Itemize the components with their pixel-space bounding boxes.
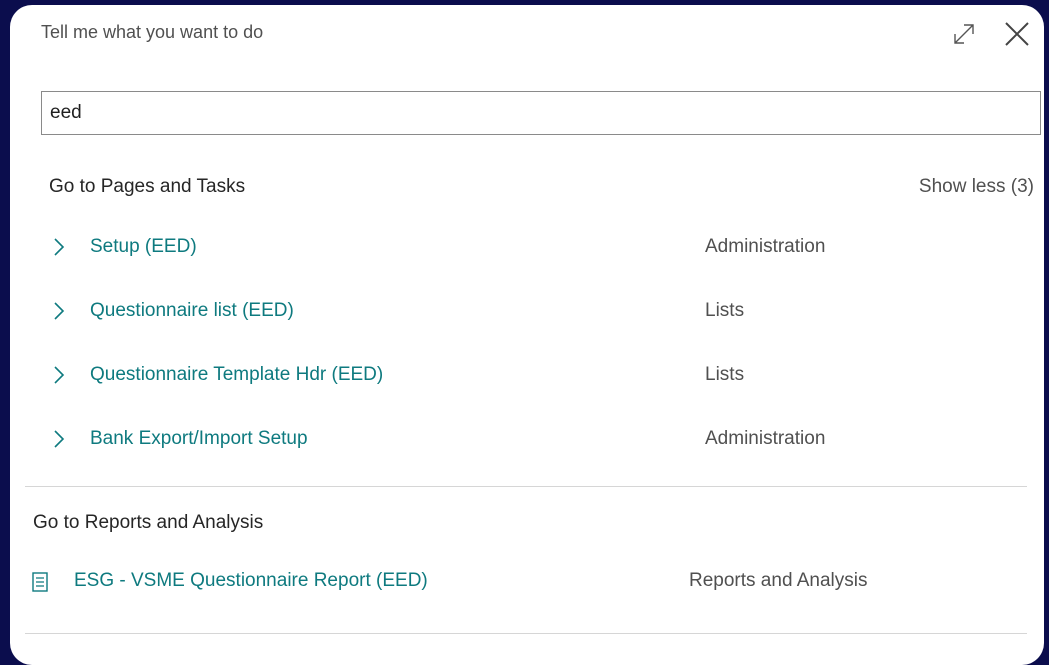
chevron-right-icon [54, 238, 65, 256]
reports-section-title: Go to Reports and Analysis [33, 512, 264, 533]
list-item[interactable]: Bank Export/Import Setup Administration [48, 419, 1018, 459]
list-item[interactable]: Setup (EED) Administration [48, 227, 1018, 267]
page-category: Administration [705, 428, 826, 449]
page-category: Lists [705, 364, 745, 385]
search-field[interactable] [41, 91, 1041, 135]
page-link[interactable]: Setup (EED) [90, 236, 197, 258]
chevron-right-icon [54, 302, 65, 320]
page-link[interactable]: Bank Export/Import Setup [90, 428, 308, 450]
section-divider [25, 633, 1027, 634]
chevron-right-icon [54, 366, 65, 384]
expand-icon[interactable] [950, 20, 978, 48]
dialog-title: Tell me what you want to do [41, 22, 264, 42]
close-icon[interactable] [1002, 19, 1032, 49]
search-input[interactable] [42, 92, 1040, 134]
report-category: Reports and Analysis [689, 570, 868, 591]
show-less-link[interactable]: Show less (3) [919, 176, 1034, 198]
report-link[interactable]: ESG - VSME Questionnaire Report (EED) [74, 570, 428, 592]
list-item[interactable]: ESG - VSME Questionnaire Report (EED) Re… [30, 561, 1020, 601]
tell-me-dialog: Tell me what you want to do Go to Pages … [10, 5, 1044, 665]
page-category: Lists [705, 300, 745, 321]
page-category: Administration [705, 236, 826, 257]
report-document-icon [32, 572, 48, 592]
pages-section-title: Go to Pages and Tasks [49, 176, 246, 197]
page-link[interactable]: Questionnaire list (EED) [90, 300, 294, 322]
list-item[interactable]: Questionnaire list (EED) Lists [48, 291, 1018, 331]
list-item[interactable]: Questionnaire Template Hdr (EED) Lists [48, 355, 1018, 395]
page-link[interactable]: Questionnaire Template Hdr (EED) [90, 364, 383, 386]
chevron-right-icon [54, 430, 65, 448]
section-divider [25, 486, 1027, 487]
